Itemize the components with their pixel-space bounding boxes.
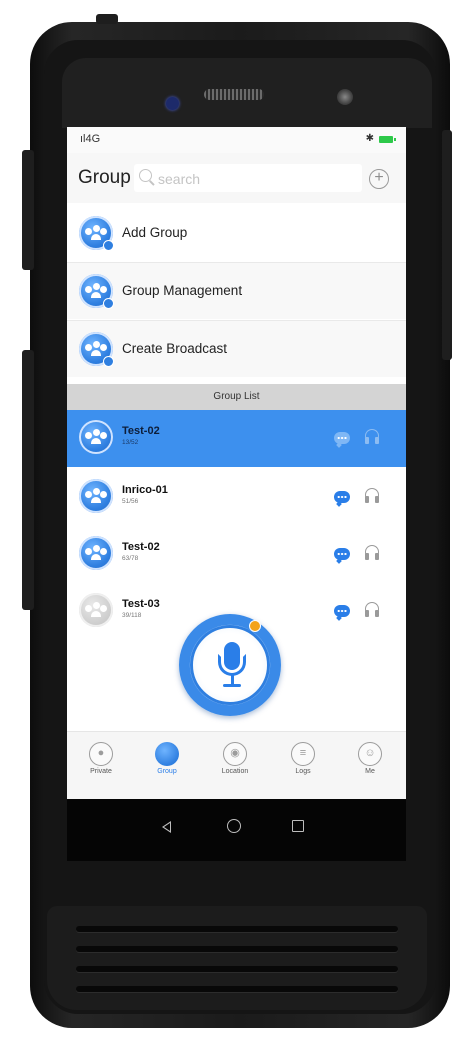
- menu-label: Group Management: [122, 283, 243, 298]
- tab-me[interactable]: ☺ Me: [340, 732, 400, 799]
- group-row[interactable]: Test-02 13/52: [67, 410, 406, 467]
- notification-dot-icon: [249, 620, 261, 632]
- group-member-count: 39/118: [122, 612, 142, 619]
- tab-label: Private: [90, 768, 112, 775]
- group-icon: [79, 332, 114, 367]
- speaker-grille: [76, 966, 398, 972]
- badge-icon: [103, 240, 114, 251]
- tab-label: Location: [221, 768, 249, 775]
- group-avatar-icon: [79, 420, 113, 454]
- group-icon: [155, 742, 179, 766]
- speaker-housing: [47, 906, 427, 1010]
- tab-private[interactable]: ● Private: [71, 732, 131, 799]
- tab-label: Me: [365, 768, 375, 775]
- search-icon: [139, 169, 152, 182]
- tab-location[interactable]: ◉ Location: [205, 732, 265, 799]
- group-member-count: 13/52: [122, 439, 139, 446]
- group-row[interactable]: Test-02 63/78: [67, 526, 406, 583]
- logs-icon: ≡: [291, 742, 315, 766]
- home-icon[interactable]: [227, 819, 241, 833]
- group-avatar-icon: [79, 593, 113, 627]
- headset-icon[interactable]: [364, 429, 380, 445]
- app-screen: ıl4G ✱ Group + Add Group Group Managemen…: [67, 127, 406, 799]
- headset-icon[interactable]: [364, 488, 380, 504]
- group-member-count: 63/78: [122, 555, 139, 562]
- group-name: Test-02: [122, 425, 160, 437]
- group-icon: [79, 216, 114, 251]
- light-sensor: [337, 89, 353, 105]
- top-key: [96, 14, 118, 24]
- side-button-left-ptt: [22, 350, 34, 610]
- status-bar: ıl4G ✱: [67, 127, 406, 153]
- chat-icon[interactable]: [334, 432, 350, 444]
- group-member-count: 51/56: [122, 498, 139, 505]
- group-avatar-icon: [79, 536, 113, 570]
- group-row[interactable]: Inrico-01 51/56: [67, 469, 406, 526]
- speaker-grille: [76, 946, 398, 952]
- location-icon: ◉: [223, 742, 247, 766]
- front-camera: [166, 97, 179, 110]
- side-button-right: [442, 130, 452, 360]
- group-name: Inrico-01: [122, 484, 168, 496]
- microphone-icon: [190, 625, 270, 705]
- badge-icon: [103, 356, 114, 367]
- system-nav-bar: [67, 799, 406, 861]
- person-icon: ●: [89, 742, 113, 766]
- menu-item-add-group[interactable]: Add Group: [67, 205, 406, 261]
- tab-label: Group: [157, 768, 177, 775]
- app-header: Group +: [67, 153, 406, 203]
- tab-bar: ● Private Group ◉ Location ≡ Logs ☺ Me: [67, 731, 406, 799]
- group-name: Test-02: [122, 541, 160, 553]
- group-avatar-icon: [79, 479, 113, 513]
- group-name: Test-03: [122, 598, 160, 610]
- chat-icon[interactable]: [334, 548, 350, 560]
- side-button-left-top: [22, 150, 34, 270]
- search-input[interactable]: [156, 168, 355, 190]
- add-button[interactable]: +: [369, 169, 389, 189]
- back-icon[interactable]: [162, 821, 171, 833]
- earpiece-grille: [204, 89, 264, 100]
- speaker-grille: [76, 926, 398, 932]
- battery-icon: [379, 136, 396, 143]
- me-icon: ☺: [358, 742, 382, 766]
- chat-icon[interactable]: [334, 491, 350, 503]
- signal-indicator: ıl4G: [80, 133, 101, 145]
- group-list-header: Group List: [67, 384, 406, 410]
- badge-icon: [103, 298, 114, 309]
- tab-logs[interactable]: ≡ Logs: [273, 732, 333, 799]
- tab-label: Logs: [295, 768, 311, 775]
- tab-group[interactable]: Group: [137, 732, 197, 799]
- menu-item-create-broadcast[interactable]: Create Broadcast: [67, 321, 406, 377]
- page-title: Group: [78, 167, 131, 188]
- menu-label: Create Broadcast: [122, 341, 228, 356]
- headset-icon[interactable]: [364, 545, 380, 561]
- menu-label: Add Group: [122, 225, 188, 240]
- chat-icon[interactable]: [334, 605, 350, 617]
- search-box[interactable]: [134, 164, 362, 192]
- headset-icon[interactable]: [364, 602, 380, 618]
- speaker-grille: [76, 986, 398, 992]
- menu-item-group-management[interactable]: Group Management: [67, 263, 406, 319]
- recent-apps-icon[interactable]: [292, 820, 304, 832]
- bluetooth-icon: ✱: [365, 133, 374, 144]
- push-to-talk-button[interactable]: [179, 614, 281, 716]
- group-icon: [79, 274, 114, 309]
